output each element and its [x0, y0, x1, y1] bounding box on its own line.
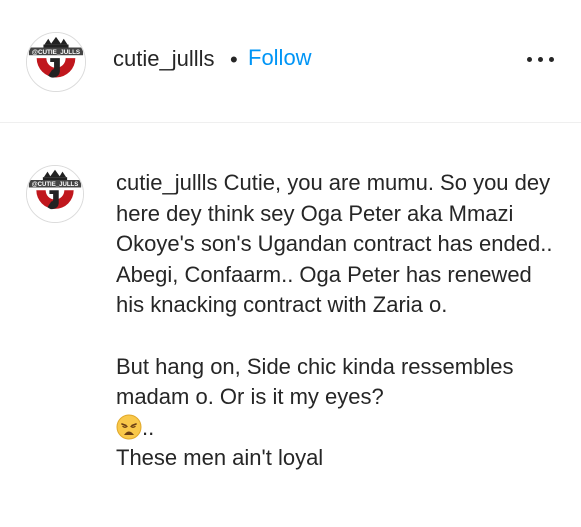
separator-dot: •: [230, 47, 238, 72]
comment-avatar[interactable]: @CUTIE_JULLS: [26, 165, 84, 223]
weary-face-icon: [116, 414, 142, 440]
comment-paragraph-1: cutie_jullls Cutie, you are mumu. So you…: [116, 168, 556, 321]
comment-text-3: These men ain't loyal: [116, 445, 324, 471]
svg-text:@CUTIE_JULLS: @CUTIE_JULLS: [32, 182, 79, 188]
post-header: @CUTIE_JULLS cutie_jullls • Follow: [0, 0, 581, 123]
cutie-julls-logo: @CUTIE_JULLS: [27, 166, 83, 222]
avatar[interactable]: @CUTIE_JULLS: [26, 32, 86, 92]
comment-paragraph-2: But hang on, Side chic kinda ressembles …: [116, 352, 556, 474]
follow-button[interactable]: Follow: [248, 45, 312, 71]
comment-body: cutie_jullls Cutie, you are mumu. So you…: [116, 168, 556, 474]
post-username[interactable]: cutie_jullls: [113, 46, 215, 72]
svg-text:@CUTIE_JULLS: @CUTIE_JULLS: [32, 49, 80, 56]
emoji-line: ..: [116, 413, 556, 444]
comment-username[interactable]: cutie_jullls: [116, 170, 218, 195]
emoji-suffix: ..: [142, 414, 155, 440]
more-options-icon[interactable]: [527, 48, 555, 68]
cutie-julls-logo: @CUTIE_JULLS: [27, 33, 85, 91]
comment-text-2: But hang on, Side chic kinda ressembles …: [116, 353, 514, 410]
